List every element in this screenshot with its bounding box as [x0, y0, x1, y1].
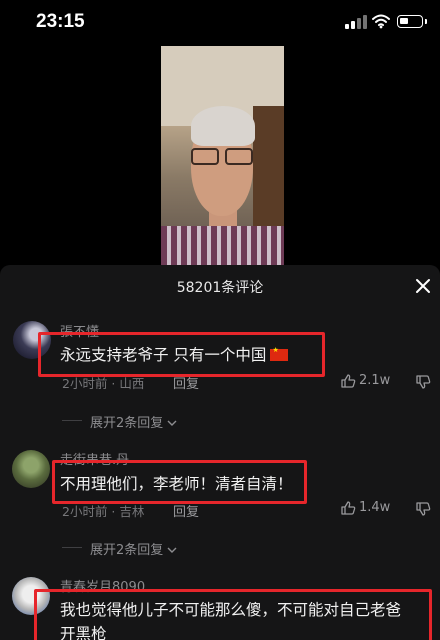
status-bar: 23:15: [0, 0, 440, 44]
comments-count-title: 58201条评论: [176, 280, 264, 296]
like-count: 1.4w: [359, 500, 391, 515]
battery-icon: [397, 15, 427, 28]
reply-button[interactable]: 回复: [173, 373, 199, 392]
thumb-down-icon[interactable]: [415, 374, 431, 390]
avatar[interactable]: [12, 450, 50, 488]
expand-divider: [62, 547, 82, 548]
wifi-icon: [372, 14, 390, 29]
close-icon[interactable]: [415, 278, 431, 294]
signal-icon: [345, 15, 367, 29]
video-player[interactable]: [161, 46, 284, 265]
comment-text: 永远支持老爷子 只有一个中国: [60, 343, 289, 365]
thumb-down-icon[interactable]: [415, 501, 431, 517]
comment-meta: 2小时前 · 山西: [62, 376, 145, 391]
expand-replies-button[interactable]: 展开2条回复: [90, 412, 177, 431]
comment-text-line-2: 开黑枪: [60, 625, 107, 640]
status-time: 23:15: [36, 11, 85, 32]
thumb-up-icon[interactable]: [340, 373, 356, 389]
comment-text-line-1: 我也觉得他儿子不可能那么傻，不可能对自己老爸: [60, 601, 402, 619]
chevron-down-icon: [167, 420, 177, 426]
thumb-up-icon[interactable]: [340, 500, 356, 516]
chevron-down-icon: [167, 547, 177, 553]
china-flag-emoji: [270, 346, 289, 361]
expand-replies-button[interactable]: 展开2条回复: [90, 539, 177, 558]
expand-divider: [62, 420, 82, 421]
reply-button[interactable]: 回复: [173, 501, 199, 520]
comment-meta: 2小时前 · 吉林: [62, 504, 145, 519]
comment-text: 不用理他们，李老师！清者自清！: [60, 475, 293, 493]
like-count: 2.1w: [359, 373, 391, 388]
